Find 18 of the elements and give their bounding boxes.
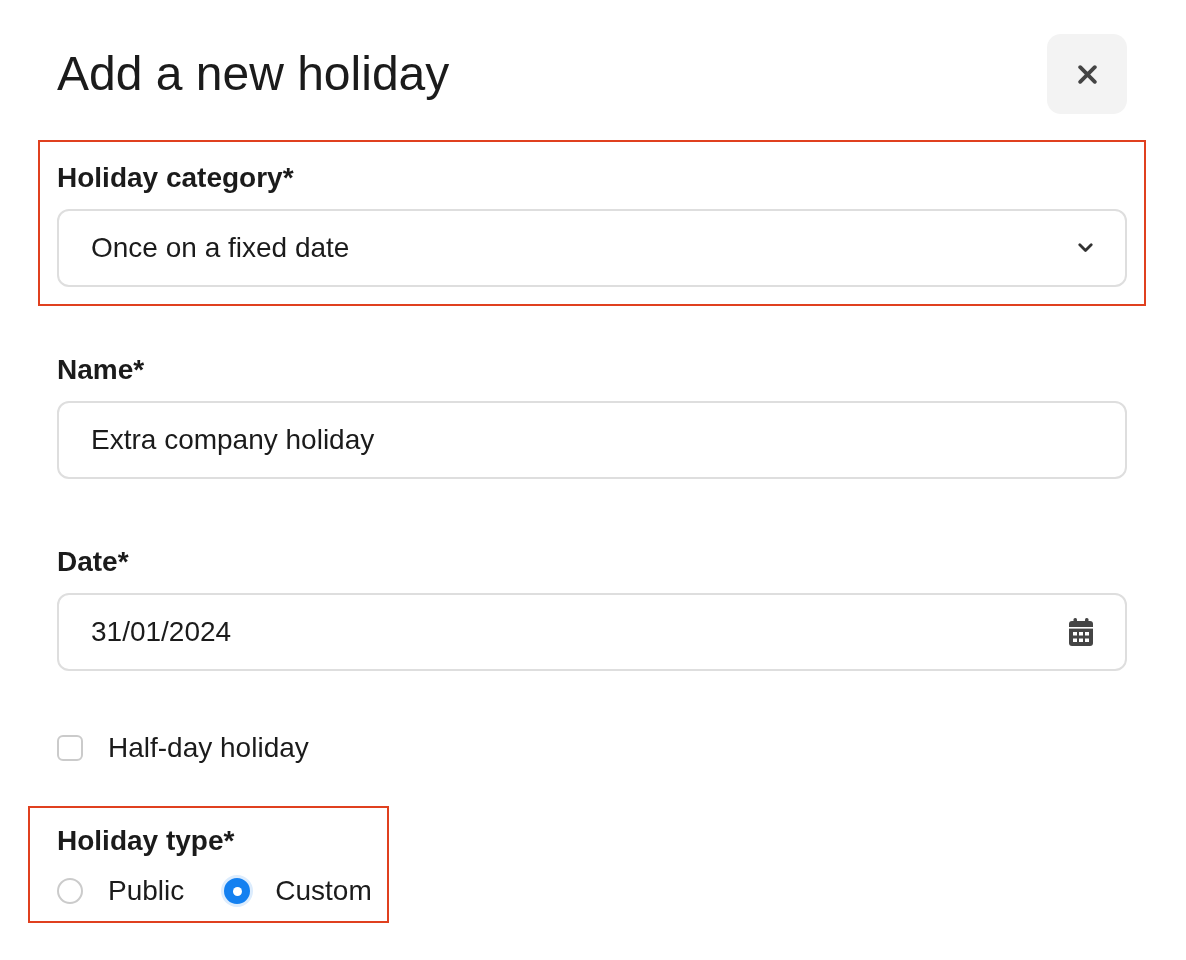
radio-button[interactable] [224, 878, 251, 904]
close-icon [1077, 64, 1097, 84]
field-label: Holiday category* [57, 163, 294, 193]
chevron-down-icon [1078, 243, 1093, 253]
calendar-icon[interactable] [1069, 618, 1093, 646]
radio-button[interactable] [57, 878, 83, 904]
radio-label: Public [108, 876, 185, 906]
date-field[interactable]: 31/01/2024 [57, 593, 1127, 671]
text-field[interactable]: Extra company holiday [57, 401, 1127, 479]
close-button[interactable] [1047, 34, 1127, 114]
field-label: Name* [57, 355, 145, 385]
field-label: Holiday type* [57, 826, 235, 856]
checkbox[interactable] [57, 735, 83, 761]
field-label: Date* [57, 547, 129, 577]
radio-label: Custom [275, 876, 372, 906]
dialog-title: Add a new holiday [57, 46, 450, 102]
checkbox-label: Half-day holiday [108, 733, 309, 763]
select-field[interactable]: Once on a fixed date [57, 209, 1127, 287]
